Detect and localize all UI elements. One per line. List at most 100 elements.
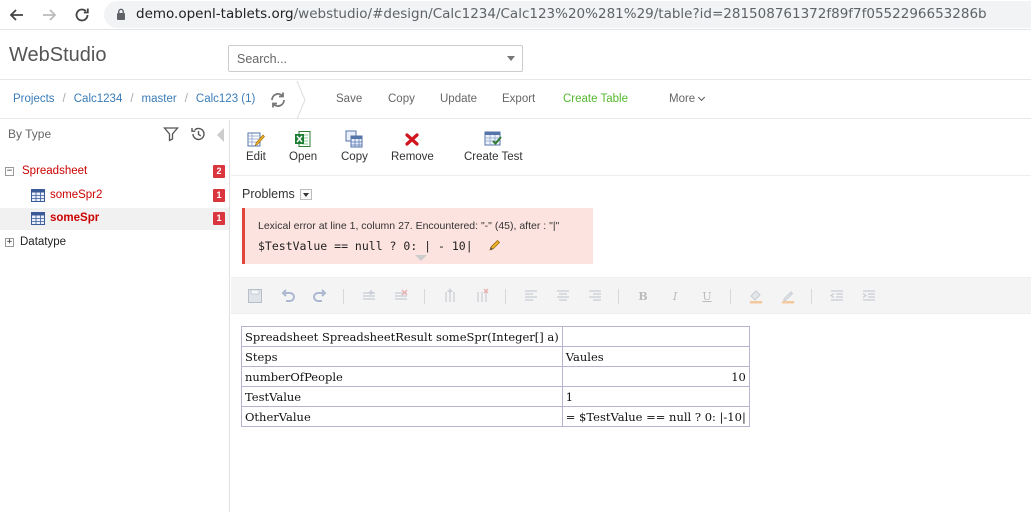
- tree-item-datatype[interactable]: + Datatype: [0, 232, 229, 254]
- menu-save[interactable]: Save: [336, 93, 362, 105]
- table-cell[interactable]: TestValue: [241, 386, 563, 407]
- tree-item-label: someSpr2: [50, 189, 103, 201]
- collapse-sidebar-icon[interactable]: [217, 128, 224, 142]
- main-panel: Edit Open Copy Remove Create Test Proble…: [231, 120, 1031, 512]
- table-action-bar: Edit Open Copy Remove Create Test: [231, 120, 1031, 176]
- sidebar-header: By Type: [0, 120, 230, 150]
- decrease-indent-icon[interactable]: [828, 287, 846, 305]
- table-row: Steps Vaules: [241, 346, 750, 367]
- table-header-cell[interactable]: Spreadsheet SpreadsheetResult someSpr(In…: [241, 326, 563, 347]
- align-right-icon[interactable]: [586, 287, 604, 305]
- font-color-icon[interactable]: [779, 287, 797, 305]
- remove-label: Remove: [391, 151, 434, 163]
- error-code: $TestValue == null ? 0: | - 10|: [258, 239, 473, 253]
- search-input[interactable]: [235, 50, 495, 68]
- italic-icon[interactable]: I: [666, 287, 684, 305]
- lock-icon: [117, 8, 125, 20]
- delete-row-icon[interactable]: [392, 287, 410, 305]
- insert-column-icon[interactable]: [441, 287, 459, 305]
- undo-icon[interactable]: [279, 287, 297, 305]
- delete-column-icon[interactable]: [473, 287, 491, 305]
- copy-label: Copy: [341, 151, 368, 163]
- table-cell[interactable]: OtherValue: [241, 406, 563, 427]
- redo-icon[interactable]: [311, 287, 329, 305]
- sidebar-title[interactable]: By Type: [8, 127, 51, 141]
- remove-button[interactable]: Remove: [391, 130, 434, 163]
- table-cell[interactable]: Vaules: [561, 346, 750, 367]
- table-icon: [31, 212, 45, 225]
- pencil-icon[interactable]: [488, 239, 501, 252]
- menu-copy[interactable]: Copy: [388, 93, 415, 105]
- table-cell[interactable]: 1: [561, 386, 750, 407]
- breadcrumb-module[interactable]: Calc123 (1): [196, 93, 255, 105]
- forward-arrow-icon[interactable]: [38, 4, 60, 26]
- table-cell[interactable]: numberOfPeople: [241, 366, 563, 387]
- breadcrumb-separator: /: [62, 93, 66, 105]
- tree-item-spreadsheet[interactable]: − Spreadsheet 2: [0, 161, 229, 183]
- url-path: /webstudio/#design/Calc1234/Calc123%20%2…: [293, 6, 987, 22]
- menu-create-table[interactable]: Create Table: [563, 93, 628, 105]
- align-left-icon[interactable]: [522, 287, 540, 305]
- breadcrumb-projects[interactable]: Projects: [13, 93, 55, 105]
- toolbar-separator: [811, 289, 812, 304]
- fill-color-icon[interactable]: [747, 287, 765, 305]
- error-panel: Lexical error at line 1, column 27. Enco…: [242, 208, 593, 264]
- error-count-badge: 2: [213, 165, 225, 178]
- menu-divider: [296, 81, 306, 119]
- save-icon[interactable]: [246, 287, 264, 305]
- increase-indent-icon[interactable]: [860, 287, 878, 305]
- copy-button[interactable]: Copy: [341, 130, 368, 163]
- table-cell[interactable]: Steps: [241, 346, 563, 367]
- chevron-down-icon: [698, 93, 706, 102]
- url-text: demo.openl-tablets.org/webstudio/#design…: [136, 6, 987, 22]
- table-cell[interactable]: = $TestValue == null ? 0: |-10|: [561, 406, 750, 427]
- table-icon: [31, 189, 45, 202]
- error-count-badge: 1: [213, 189, 225, 202]
- edit-label: Edit: [246, 151, 266, 163]
- align-center-icon[interactable]: [554, 287, 572, 305]
- bold-icon[interactable]: B: [634, 287, 652, 305]
- menu-more[interactable]: More: [669, 93, 706, 105]
- menu-more-label: More: [669, 93, 696, 105]
- url-host: demo.openl-tablets.org: [136, 6, 294, 22]
- breadcrumb-project[interactable]: Calc1234: [74, 93, 123, 105]
- tree-item-label: Spreadsheet: [22, 165, 88, 177]
- app-title[interactable]: WebStudio: [9, 44, 106, 67]
- spreadsheet-table: Spreadsheet SpreadsheetResult someSpr(In…: [241, 326, 750, 427]
- back-arrow-icon[interactable]: [6, 4, 28, 26]
- expand-error-icon[interactable]: [415, 255, 427, 261]
- sidebar: By Type − Spreadsheet 2 someSpr2 1 someS…: [0, 120, 230, 512]
- address-bar[interactable]: demo.openl-tablets.org/webstudio/#design…: [104, 1, 1031, 28]
- open-button[interactable]: Open: [289, 130, 317, 163]
- tree-item-somespr[interactable]: someSpr 1: [0, 208, 229, 230]
- create-test-label: Create Test: [464, 151, 523, 163]
- history-icon[interactable]: [189, 125, 207, 143]
- menu-export[interactable]: Export: [502, 93, 535, 105]
- toolbar-separator: [424, 289, 425, 304]
- tree-item-somespr2[interactable]: someSpr2 1: [0, 185, 229, 207]
- underline-icon[interactable]: U: [698, 287, 716, 305]
- breadcrumb-menu-bar: Projects / Calc1234 / master / Calc123 (1) Sav…: [0, 81, 1031, 119]
- error-count-badge: 1: [213, 212, 225, 225]
- breadcrumb-separator: /: [130, 93, 134, 105]
- create-test-icon: [484, 131, 503, 146]
- problems-toggle-icon[interactable]: [300, 189, 312, 200]
- filter-icon[interactable]: [162, 125, 180, 143]
- edit-button[interactable]: Edit: [246, 130, 266, 163]
- table-cell[interactable]: [561, 326, 750, 347]
- refresh-icon[interactable]: [268, 90, 288, 110]
- table-row: Spreadsheet SpreadsheetResult someSpr(In…: [241, 326, 750, 347]
- edit-icon: [247, 132, 265, 147]
- table-cell[interactable]: 10: [561, 366, 750, 387]
- table-row: OtherValue = $TestValue == null ? 0: |-1…: [241, 406, 750, 427]
- excel-icon: [295, 131, 311, 147]
- reload-icon[interactable]: [71, 4, 93, 26]
- collapse-toggle-icon[interactable]: −: [5, 167, 14, 176]
- create-test-button[interactable]: Create Test: [464, 130, 523, 163]
- expand-toggle-icon[interactable]: +: [5, 238, 14, 247]
- search-box[interactable]: [228, 45, 523, 72]
- chevron-down-icon[interactable]: [507, 56, 515, 61]
- menu-update[interactable]: Update: [440, 93, 477, 105]
- breadcrumb-branch[interactable]: master: [142, 93, 177, 105]
- insert-row-icon[interactable]: [360, 287, 378, 305]
